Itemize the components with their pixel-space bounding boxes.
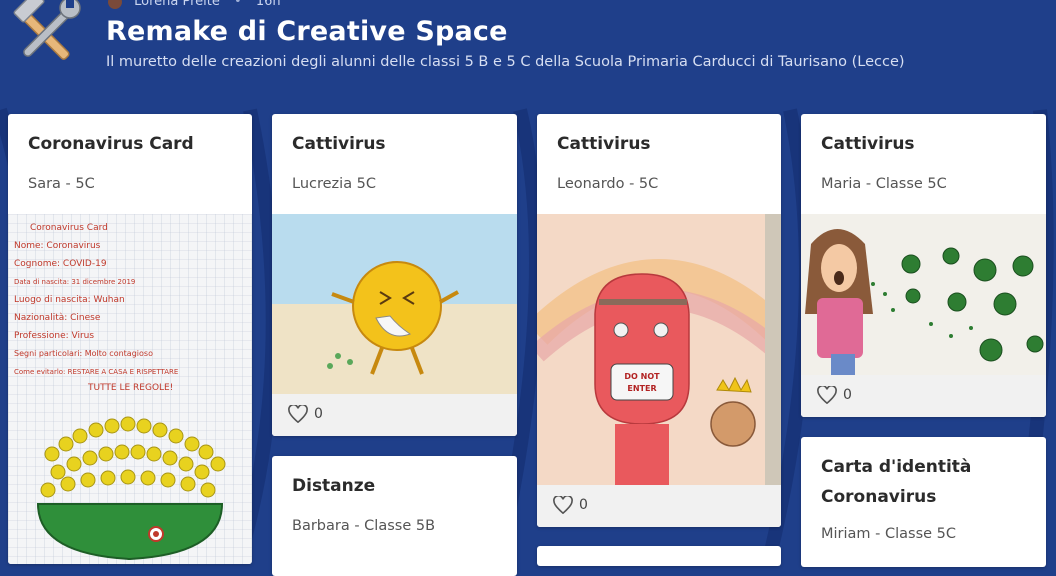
like-count: 0 — [314, 406, 323, 422]
post-image[interactable]: Coronavirus Card Nome: Coronavirus Cogno… — [8, 214, 252, 564]
post-image[interactable] — [801, 214, 1046, 375]
post-image[interactable] — [272, 214, 517, 394]
post-card[interactable]: Carta d'identità Coronavirus Miriam - Cl… — [801, 437, 1046, 567]
post-card[interactable]: Cattivirus Leonardo - 5C DO NOT ENTER 0 — [537, 114, 781, 527]
like-button[interactable]: 0 — [553, 496, 588, 514]
post-author: Lucrezia 5C — [292, 176, 377, 192]
tools-icon — [8, 0, 86, 68]
post-footer: 0 — [272, 394, 517, 436]
separator-dot-icon: • — [234, 0, 242, 9]
post-card[interactable] — [537, 546, 781, 566]
post-title: Cattivirus — [292, 134, 386, 154]
drawing-text: Professione: Virus — [14, 331, 94, 341]
post-author: Sara - 5C — [28, 176, 95, 192]
drawing-text: Nome: Coronavirus — [14, 241, 101, 251]
heart-outline-icon — [288, 405, 308, 423]
post-title: Coronavirus Card — [28, 134, 194, 154]
post-card[interactable]: Distanze Barbara - Classe 5B — [272, 456, 517, 576]
post-image[interactable]: DO NOT ENTER — [537, 214, 781, 485]
author-line: Lorena Preite • 16h — [108, 0, 281, 9]
post-author: Miriam - Classe 5C — [821, 526, 957, 542]
post-author: Maria - Classe 5C — [821, 176, 947, 192]
drawing-text: DO NOT — [624, 372, 660, 381]
heart-outline-icon — [553, 496, 573, 514]
drawing-text: Segni particolari: Molto contagioso — [14, 349, 153, 358]
drawing-text: Cognome: COVID-19 — [14, 259, 107, 269]
post-footer: 0 — [537, 485, 781, 527]
drawing-text: Nazionalità: Cinese — [14, 313, 101, 323]
drawing-text: Come evitarlo: RESTARE A CASA E RISPETTA… — [14, 368, 178, 376]
post-title: Cattivirus — [821, 134, 915, 154]
like-button[interactable]: 0 — [817, 386, 852, 404]
post-title: Carta d'identità Coronavirus — [821, 457, 972, 507]
post-card[interactable]: Coronavirus Card Sara - 5C Coronavirus C… — [8, 114, 252, 564]
post-footer: 0 — [801, 375, 1046, 417]
post-time: 16h — [255, 0, 281, 9]
heart-outline-icon — [817, 386, 837, 404]
wall-header: Lorena Preite • 16h Remake di Creative S… — [0, 0, 1056, 90]
like-count: 0 — [579, 497, 588, 513]
drawing-text: Coronavirus Card — [30, 223, 108, 233]
post-card[interactable]: Cattivirus Lucrezia 5C 0 — [272, 114, 517, 436]
drawing-text: Data di nascita: 31 dicembre 2019 — [14, 278, 135, 286]
drawing-text: TUTTE LE REGOLE! — [87, 383, 173, 393]
post-title: Cattivirus — [557, 134, 651, 154]
like-button[interactable]: 0 — [288, 405, 323, 423]
wall-title: Remake di Creative Space — [106, 16, 508, 47]
post-card[interactable]: Cattivirus Maria - Classe 5C 0 — [801, 114, 1046, 417]
wall-description: Il muretto delle creazioni degli alunni … — [106, 54, 905, 70]
author-avatar — [108, 0, 122, 9]
author-name[interactable]: Lorena Preite — [134, 0, 220, 9]
like-count: 0 — [843, 387, 852, 403]
drawing-text: Luogo di nascita: Wuhan — [14, 295, 125, 305]
drawing-text: ENTER — [627, 384, 656, 393]
post-author: Barbara - Classe 5B — [292, 518, 436, 534]
post-author: Leonardo - 5C — [557, 176, 659, 192]
post-title: Distanze — [292, 476, 376, 496]
